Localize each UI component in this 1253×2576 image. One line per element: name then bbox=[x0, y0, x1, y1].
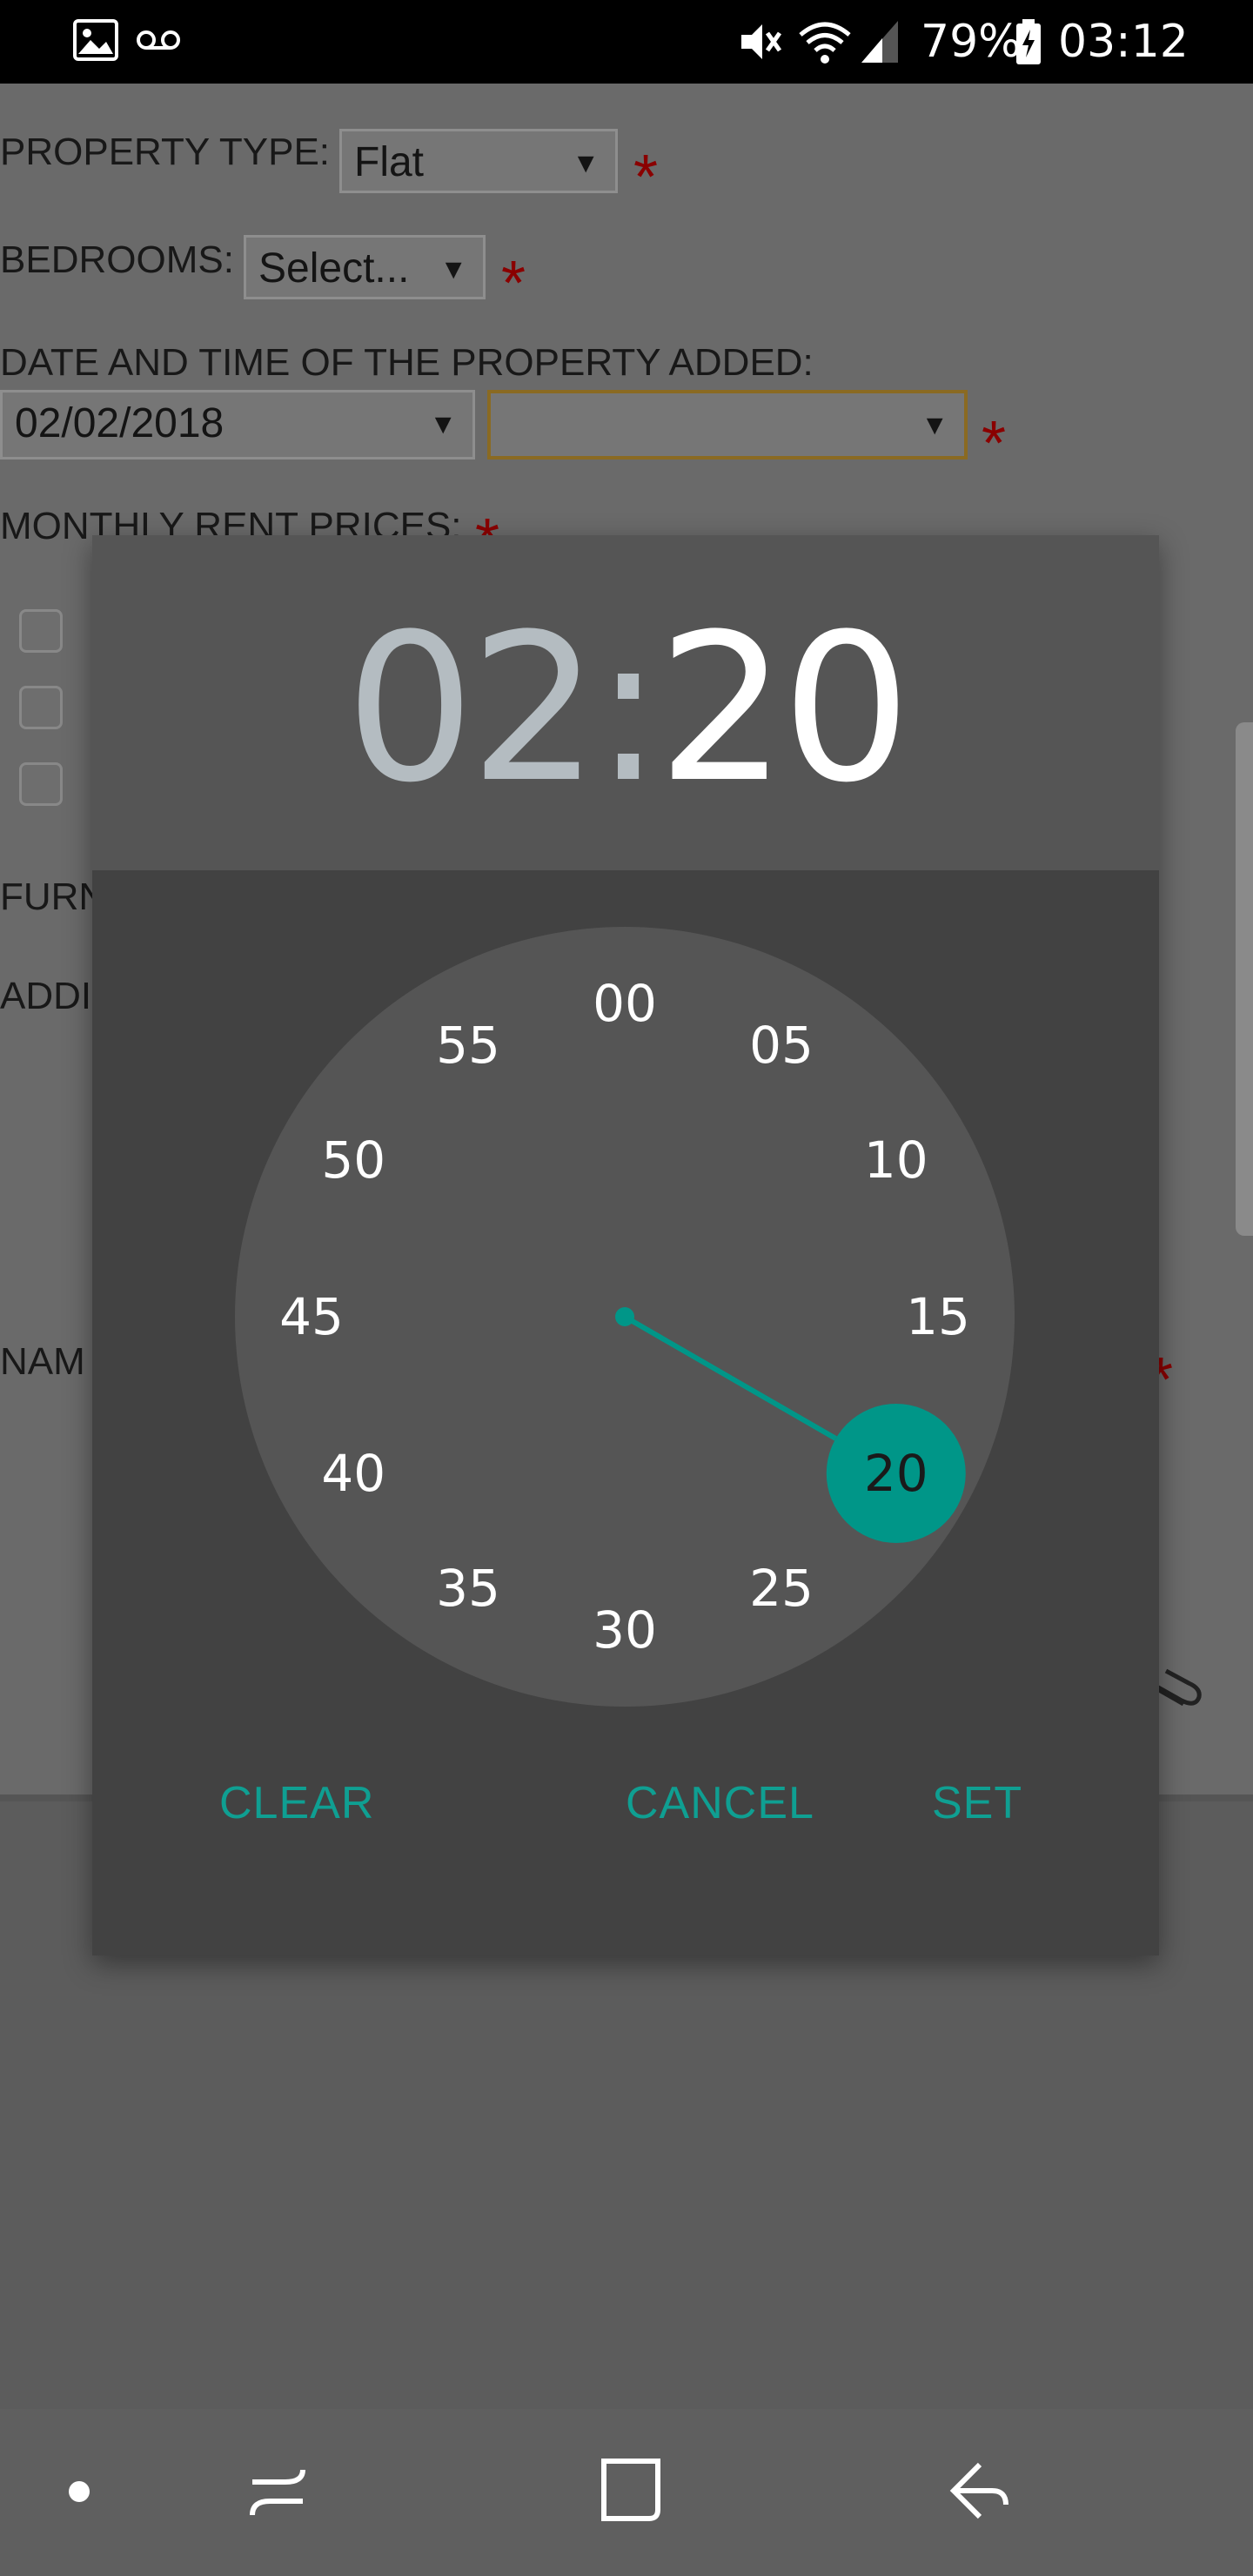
time-picker-header: 02:20 bbox=[92, 535, 1159, 870]
battery-percent: 79% bbox=[921, 16, 1022, 68]
rent-checkbox[interactable] bbox=[19, 762, 63, 806]
battery-icon bbox=[1016, 19, 1041, 64]
back-icon[interactable] bbox=[948, 2459, 1011, 2522]
wifi-icon bbox=[799, 22, 851, 64]
minute-display[interactable]: 20 bbox=[657, 591, 911, 828]
minute-tick-25[interactable]: 25 bbox=[749, 1559, 814, 1618]
minute-tick-30[interactable]: 30 bbox=[593, 1600, 657, 1660]
bedrooms-select[interactable]: Select... ▼ bbox=[244, 235, 486, 299]
scrollbar-thumb[interactable] bbox=[1236, 722, 1253, 1236]
time-select[interactable]: ▼ bbox=[487, 390, 968, 460]
rent-checkbox[interactable] bbox=[19, 609, 63, 653]
property-type-select[interactable]: Flat ▼ bbox=[339, 129, 618, 193]
time-display: 02:20 bbox=[92, 596, 1159, 822]
name-label: NAM bbox=[0, 1340, 85, 1383]
home-icon[interactable] bbox=[600, 2458, 661, 2522]
property-type-label: PROPERTY TYPE: bbox=[0, 131, 331, 173]
dropdown-arrow-icon: ▼ bbox=[572, 147, 600, 178]
minute-tick-10[interactable]: 10 bbox=[864, 1130, 928, 1190]
hour-display[interactable]: 02 bbox=[345, 591, 600, 828]
bedrooms-label: BEDROOMS: bbox=[0, 238, 234, 281]
clock-hand bbox=[615, 1307, 966, 1543]
dropdown-arrow-icon: ▼ bbox=[439, 253, 467, 285]
minute-tick-35[interactable]: 35 bbox=[436, 1559, 500, 1618]
date-value: 02/02/2018 bbox=[15, 400, 224, 446]
clear-button[interactable]: CLEAR bbox=[219, 1777, 374, 1829]
time-separator: : bbox=[593, 591, 663, 828]
set-button[interactable]: SET bbox=[932, 1777, 1022, 1829]
image-icon bbox=[73, 19, 118, 61]
navigation-bar bbox=[0, 2409, 1253, 2576]
nav-dot-icon[interactable] bbox=[66, 2479, 92, 2505]
minute-tick-50[interactable]: 50 bbox=[321, 1130, 385, 1190]
minute-tick-05[interactable]: 05 bbox=[749, 1016, 814, 1075]
clock: 03:12 bbox=[1058, 16, 1189, 68]
dropdown-arrow-icon: ▼ bbox=[429, 408, 457, 439]
minute-tick-45[interactable]: 45 bbox=[279, 1287, 344, 1346]
clock-face[interactable]: 00 05 10 15 20 25 30 35 40 45 50 55 bbox=[235, 927, 1015, 1707]
clock-center-dot bbox=[615, 1307, 634, 1326]
signal-icon bbox=[861, 21, 898, 63]
minute-tick-00[interactable]: 00 bbox=[593, 974, 657, 1033]
bedrooms-value: Select... bbox=[258, 245, 410, 292]
minute-tick-15[interactable]: 15 bbox=[906, 1287, 970, 1346]
rent-checkbox[interactable] bbox=[19, 686, 63, 729]
time-picker-dialog: 02:20 00 05 10 15 20 25 30 35 40 45 50 55 CLEAR CAN… bbox=[92, 535, 1159, 1955]
status-bar: 79% 03:12 bbox=[0, 0, 1253, 84]
required-mark: * bbox=[501, 249, 526, 319]
required-mark: * bbox=[982, 409, 1007, 479]
date-time-label: DATE AND TIME OF THE PROPERTY ADDED: bbox=[0, 341, 814, 384]
minute-tick-55[interactable]: 55 bbox=[436, 1016, 500, 1075]
cancel-button[interactable]: CANCEL bbox=[626, 1777, 814, 1829]
date-select[interactable]: 02/02/2018 ▼ bbox=[0, 390, 475, 460]
furnished-label: FURN bbox=[0, 875, 107, 918]
minute-tick-40[interactable]: 40 bbox=[321, 1444, 385, 1503]
minute-tick-20[interactable]: 20 bbox=[864, 1444, 928, 1503]
address-label: ADDI bbox=[0, 975, 92, 1017]
property-type-value: Flat bbox=[354, 139, 425, 185]
required-mark: * bbox=[633, 143, 659, 212]
dropdown-arrow-icon: ▼ bbox=[921, 409, 948, 440]
voicemail-icon bbox=[137, 30, 180, 50]
mute-icon bbox=[741, 24, 782, 59]
recent-apps-icon[interactable] bbox=[247, 2461, 310, 2524]
